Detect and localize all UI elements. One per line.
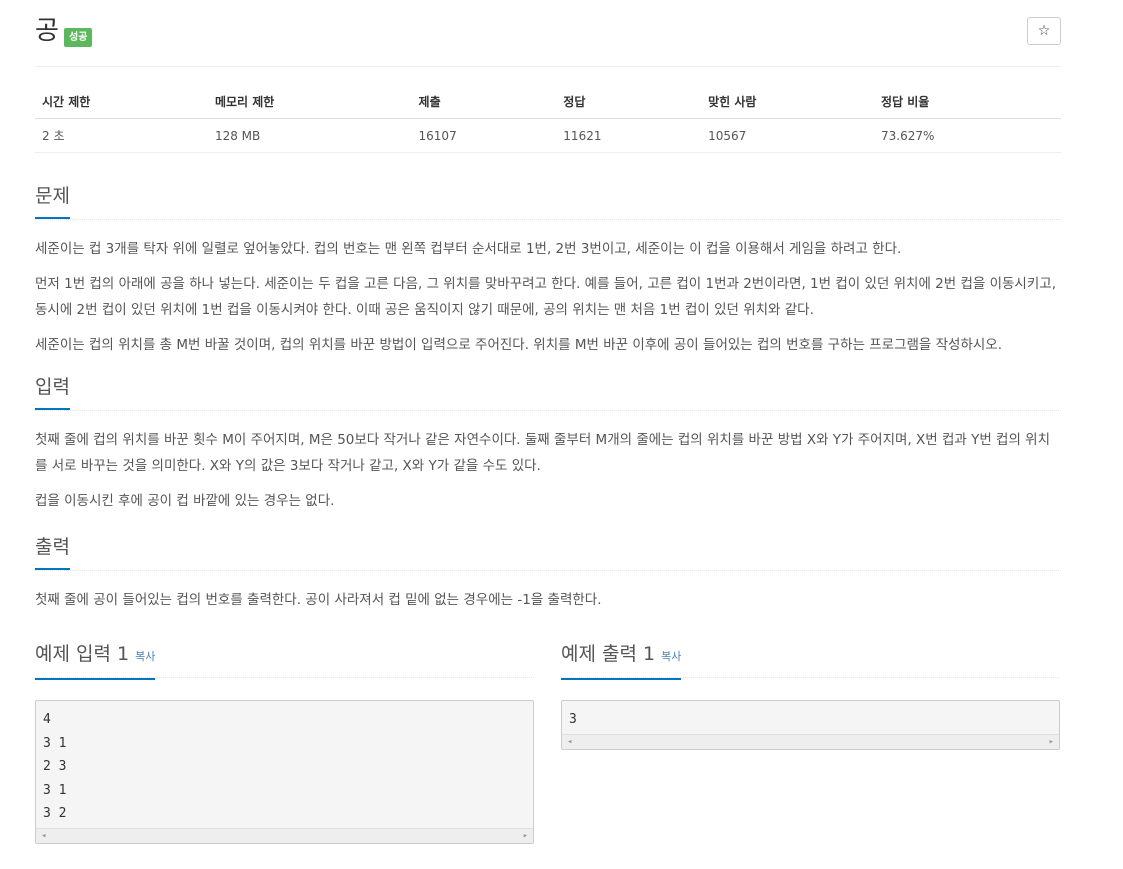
code-line: 4	[43, 712, 51, 727]
section-heading: 입력	[35, 372, 1061, 411]
copy-sample-output-link[interactable]: 복사	[661, 650, 681, 663]
stats-header-ratio: 정답 비율	[874, 85, 1061, 119]
paragraph: 세준이는 컵 3개를 탁자 위에 일렬로 엎어놓았다. 컵의 번호는 맨 왼쪽 …	[35, 241, 902, 257]
scroll-left-icon[interactable]: ◂	[41, 829, 46, 843]
problem-stats-table: 시간 제한 메모리 제한 제출 정답 맞힌 사람 정답 비율 2 초 128 M…	[35, 85, 1061, 153]
stats-header-submissions: 제출	[411, 85, 557, 119]
title-row: 공 성공 ☆	[35, 0, 1061, 67]
section-heading: 출력	[35, 532, 1061, 571]
status-badge: 성공	[64, 28, 93, 47]
code-line: 3	[569, 712, 577, 727]
paragraph: 세준이는 컵의 위치를 총 M번 바꿀 것이며, 컵의 위치를 바꾼 방법이 입…	[35, 337, 1003, 353]
stats-value-solvers: 10567	[701, 118, 874, 153]
star-icon: ☆	[1037, 23, 1051, 39]
sample-input-heading-row: 예제 입력 1 복사	[35, 639, 534, 680]
stats-value-accepted: 11621	[556, 118, 702, 153]
stats-header-solvers: 맞힌 사람	[701, 85, 874, 119]
code-line: 3 1	[43, 735, 67, 751]
paragraph: 첫째 줄에 컵의 위치를 바꾼 횟수 M이 주어지며, M은 50보다 작거나 …	[35, 432, 1051, 474]
stats-value-memory-limit: 128 MB	[207, 118, 412, 153]
scroll-left-icon[interactable]: ◂	[567, 735, 572, 749]
samples-row: 예제 입력 1 복사 4 3 1 2 3 3 1 3 2 ◂ ▸ 예제 출력 1…	[35, 639, 1061, 869]
stats-header-time-limit: 시간 제한	[35, 85, 208, 119]
input-heading: 입력	[35, 372, 70, 410]
favorite-button[interactable]: ☆	[1027, 17, 1061, 45]
sample-output-1: 예제 출력 1 복사 3 ◂ ▸	[561, 639, 1060, 750]
output-body: 첫째 줄에 공이 들어있는 컵의 번호를 출력한다. 공이 사라져서 컵 밑에 …	[35, 587, 1061, 613]
input-body: 첫째 줄에 컵의 위치를 바꾼 횟수 M이 주어지며, M은 50보다 작거나 …	[35, 427, 1061, 514]
scroll-right-icon[interactable]: ▸	[523, 829, 528, 843]
problem-description-body: 세준이는 컵 3개를 탁자 위에 일렬로 엎어놓았다. 컵의 번호는 맨 왼쪽 …	[35, 236, 1061, 358]
stats-header-row: 시간 제한 메모리 제한 제출 정답 맞힌 사람 정답 비율	[35, 85, 1061, 119]
code-line: 3 1	[43, 782, 67, 798]
problem-page: 공 성공 ☆ 시간 제한 메모리 제한 제출 정답 맞힌 사람 정답 비율 2 …	[35, 0, 1061, 869]
sample-output-lines: 3	[562, 701, 1059, 734]
stats-value-ratio: 73.627%	[874, 118, 1061, 153]
sample-input-title: 예제 입력 1	[35, 643, 130, 665]
paragraph: 컵을 이동시킨 후에 공이 컵 바깥에 있는 경우는 없다.	[35, 493, 335, 509]
sample-input-code[interactable]: 4 3 1 2 3 3 1 3 2 ◂ ▸	[35, 700, 534, 844]
stats-header-memory-limit: 메모리 제한	[207, 85, 412, 119]
code-line: 3 2	[43, 806, 67, 821]
paragraph: 첫째 줄에 공이 들어있는 컵의 번호를 출력한다. 공이 사라져서 컵 밑에 …	[35, 592, 602, 608]
problem-description-heading: 문제	[35, 181, 70, 219]
stats-value-time-limit: 2 초	[35, 118, 208, 153]
scroll-right-icon[interactable]: ▸	[1049, 735, 1054, 749]
code-line: 2 3	[43, 759, 67, 774]
output-heading: 출력	[35, 532, 70, 570]
sample-input-1: 예제 입력 1 복사 4 3 1 2 3 3 1 3 2 ◂ ▸	[35, 639, 534, 844]
sample-output-code[interactable]: 3 ◂ ▸	[561, 700, 1060, 750]
sample-output-heading: 예제 출력 1 복사	[561, 639, 682, 680]
stats-value-submissions: 16107	[411, 118, 557, 153]
sample-output-title: 예제 출력 1	[561, 643, 656, 665]
paragraph: 먼저 1번 컵의 아래에 공을 하나 넣는다. 세준이는 두 컵을 고른 다음,…	[35, 276, 1056, 318]
section-heading: 문제	[35, 181, 1061, 220]
horizontal-scrollbar[interactable]: ◂ ▸	[562, 733, 1059, 749]
stats-value-row: 2 초 128 MB 16107 11621 10567 73.627%	[35, 118, 1061, 153]
input-section: 입력 첫째 줄에 컵의 위치를 바꾼 횟수 M이 주어지며, M은 50보다 작…	[35, 372, 1061, 514]
problem-description-section: 문제 세준이는 컵 3개를 탁자 위에 일렬로 엎어놓았다. 컵의 번호는 맨 …	[35, 181, 1061, 358]
horizontal-scrollbar[interactable]: ◂ ▸	[36, 827, 533, 843]
sample-input-heading: 예제 입력 1 복사	[35, 639, 156, 680]
sample-output-heading-row: 예제 출력 1 복사	[561, 639, 1060, 680]
output-section: 출력 첫째 줄에 공이 들어있는 컵의 번호를 출력한다. 공이 사라져서 컵 …	[35, 532, 1061, 613]
sample-input-lines: 4 3 1 2 3 3 1 3 2	[36, 701, 533, 828]
problem-title: 공	[35, 16, 59, 46]
stats-header-accepted: 정답	[556, 85, 702, 119]
copy-sample-input-link[interactable]: 복사	[135, 650, 155, 663]
